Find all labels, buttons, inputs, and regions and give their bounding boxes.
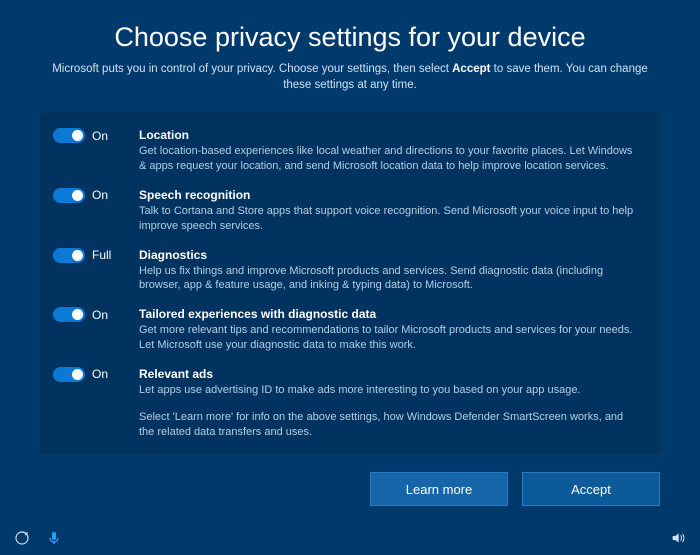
cortana-mic-icon[interactable] [46,530,62,546]
privacy-footnote: Select 'Learn more' for info on the abov… [139,410,641,440]
toggle-ads[interactable] [53,367,85,382]
option-location-title: Location [139,128,641,142]
option-diagnostics-title: Diagnostics [139,248,641,262]
page-title: Choose privacy settings for your device [40,22,660,53]
toggle-tailored[interactable] [53,307,85,322]
volume-icon[interactable] [670,530,686,546]
toggle-ads-state: On [92,367,108,381]
toggle-speech-state: On [92,188,108,202]
toggle-diagnostics-state: Full [92,248,111,262]
option-location: On Location Get location-based experienc… [53,128,641,174]
ease-of-access-icon[interactable] [14,530,30,546]
accept-button[interactable]: Accept [522,472,660,506]
option-speech-desc: Talk to Cortana and Store apps that supp… [139,204,641,234]
toggle-diagnostics[interactable] [53,248,85,263]
toggle-speech[interactable] [53,188,85,203]
toggle-location-state: On [92,129,108,143]
option-tailored-title: Tailored experiences with diagnostic dat… [139,307,641,321]
option-ads-title: Relevant ads [139,367,641,381]
option-speech: On Speech recognition Talk to Cortana an… [53,188,641,234]
option-diagnostics-desc: Help us fix things and improve Microsoft… [139,264,641,294]
subtitle-accept-word: Accept [452,63,490,75]
option-tailored-desc: Get more relevant tips and recommendatio… [139,323,641,353]
toggle-location[interactable] [53,128,85,143]
learn-more-button[interactable]: Learn more [370,472,508,506]
button-row: Learn more Accept [0,454,700,506]
taskbar [0,521,700,555]
option-ads: On Relevant ads Let apps use advertising… [53,367,641,398]
option-tailored: On Tailored experiences with diagnostic … [53,307,641,353]
option-location-desc: Get location-based experiences like loca… [139,144,641,174]
option-ads-desc: Let apps use advertising ID to make ads … [139,383,641,398]
toggle-tailored-state: On [92,308,108,322]
privacy-options-panel: On Location Get location-based experienc… [40,113,660,454]
option-speech-title: Speech recognition [139,188,641,202]
option-diagnostics: Full Diagnostics Help us fix things and … [53,248,641,294]
page-subtitle: Microsoft puts you in control of your pr… [45,61,655,93]
subtitle-pre: Microsoft puts you in control of your pr… [52,63,452,75]
